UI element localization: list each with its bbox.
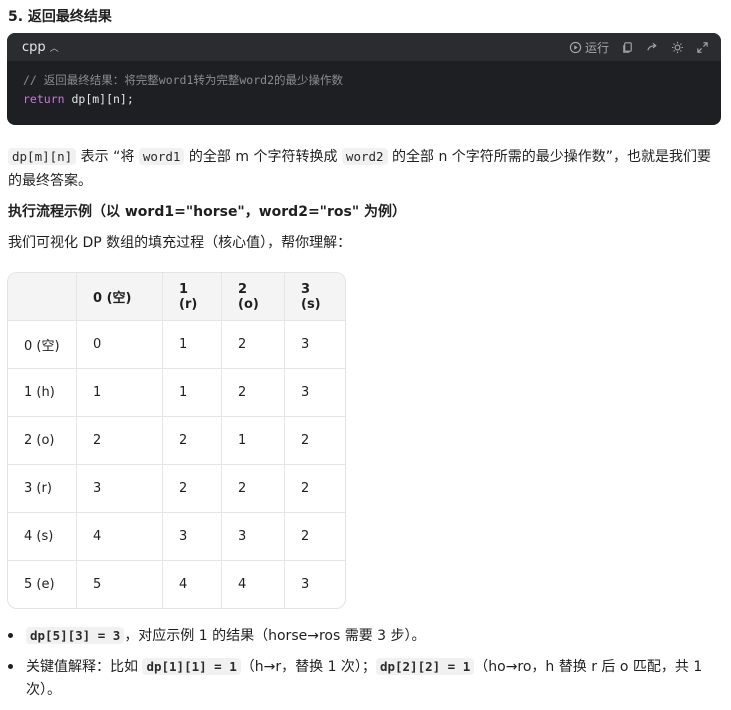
inline-code: dp[m][n] [8,148,77,165]
table-cell: 2 (o) [8,416,77,465]
code-keyword: return [23,92,65,106]
section-title: 5. 返回最终结果 [8,9,112,25]
share-icon[interactable] [646,41,659,54]
table-cell: 2 [284,464,345,513]
code-comment: // 返回最终结果：将完整word1转为完整word2的最少操作数 [23,73,344,87]
chevron-up-icon: ︿ [49,43,59,54]
table-row: 1 (h) 1 1 2 3 [8,368,345,417]
code-content: // 返回最终结果：将完整word1转为完整word2的最少操作数 return… [7,61,721,109]
text: ，对应示例 1 的结果（horse→ros 需要 3 步）。 [124,628,426,644]
table-cell: 3 [221,512,285,561]
table-cell: 2 [76,416,163,465]
table-cell: 2 [221,368,285,417]
table-cell: 4 [162,560,222,608]
table-cell: 1 [162,320,222,369]
table-cell: 2 [284,512,345,561]
table-cell: 1 (h) [8,368,77,417]
language-label: cpp [22,39,46,55]
table-cell: 2 [221,464,285,513]
table-cell: 3 [76,464,163,513]
table-row: 5 (e) 5 4 4 3 [8,560,345,608]
table-cell: 1 [76,368,163,417]
table-header-cell: 3 (s) [284,273,345,321]
language-selector[interactable]: cpp ︿ [22,40,59,55]
text: 的全部 m 个字符转换成 [184,149,342,165]
table-row: 4 (s) 4 3 3 2 [8,512,345,561]
run-label: 运行 [584,40,609,55]
play-circle-icon [569,41,582,53]
table-cell: 1 [221,416,285,465]
example-heading: 执行流程示例（以 word1="horse"，word2="ros" 为例） [8,204,406,220]
table-header-cell: 2 (o) [221,273,285,321]
dp-table: 0 (空) 1 (r) 2 (o) 3 (s) 0 (空) 0 1 2 3 1 … [7,272,346,609]
table-cell: 2 [162,416,222,465]
table-cell: 5 [76,560,163,608]
table-cell: 5 (e) [8,560,77,608]
table-cell: 4 (s) [8,512,77,561]
bullet-list: dp[5][3] = 3 ，对应示例 1 的结果（horse→ros 需要 3 步… [8,624,720,709]
inline-code: word1 [138,148,185,165]
inline-code: word2 [341,148,388,165]
table-header-cell: 0 (空) [76,273,163,321]
code-header: cpp ︿ 运行 [7,33,721,61]
code-block: cpp ︿ 运行 // 返回最终结果：将完整word1转为完整word2的最少操… [7,33,721,125]
inline-code: dp[5][3] = 3 [26,627,125,644]
table-cell: 1 [162,368,222,417]
table-cell: 2 [284,416,345,465]
expand-icon[interactable] [696,41,709,54]
table-cell: 4 [221,560,285,608]
inline-code: dp[2][2] = 1 [375,658,475,675]
table-cell: 3 (r) [8,464,77,513]
copy-icon[interactable] [621,41,634,54]
table-row: 3 (r) 3 2 2 2 [8,464,345,513]
list-item: 关键值解释：比如 dp[1][1] = 1 （h→r，替换 1 次）； dp[2][… [8,655,720,702]
bullet-dot-icon [8,633,13,638]
intro-text: 我们可视化 DP 数组的填充过程（核心值），帮你理解： [8,235,352,251]
table-cell: 2 [221,320,285,369]
code-expression: dp[m][n]; [64,92,134,106]
text: 表示 “将 [76,149,139,165]
table-header-row: 0 (空) 1 (r) 2 (o) 3 (s) [8,273,345,321]
text: 关键值解释：比如 [26,659,143,675]
table-cell: 4 [76,512,163,561]
table-cell: 0 [76,320,163,369]
table-cell: 0 (空) [8,320,77,369]
table-cell: 3 [301,577,310,592]
text: （h→r，替换 1 次）； [240,659,376,675]
table-header-cell [8,273,77,321]
table-row: 2 (o) 2 2 1 2 [8,416,345,465]
bullet-dot-icon [8,664,13,669]
table-cell: 3 [162,512,222,561]
table-cell: 2 [162,464,222,513]
table-cell: 3 [284,320,345,369]
code-return-line: return dp[m][n]; [23,90,721,109]
table-header-cell: 1 (r) [162,273,222,321]
inline-code: dp[1][1] = 1 [142,658,241,675]
list-item: dp[5][3] = 3 ，对应示例 1 的结果（horse→ros 需要 3 步… [8,624,720,648]
run-button[interactable]: 运行 [569,39,609,56]
table-row: 0 (空) 0 1 2 3 [8,320,345,369]
code-toolbar: 运行 [569,39,709,56]
explanation-paragraph: dp[m][n] 表示 “将 word1 的全部 m 个字符转换成 word2 … [8,145,720,193]
table-cell: 3 [284,368,345,417]
theme-sun-icon[interactable] [671,41,684,54]
